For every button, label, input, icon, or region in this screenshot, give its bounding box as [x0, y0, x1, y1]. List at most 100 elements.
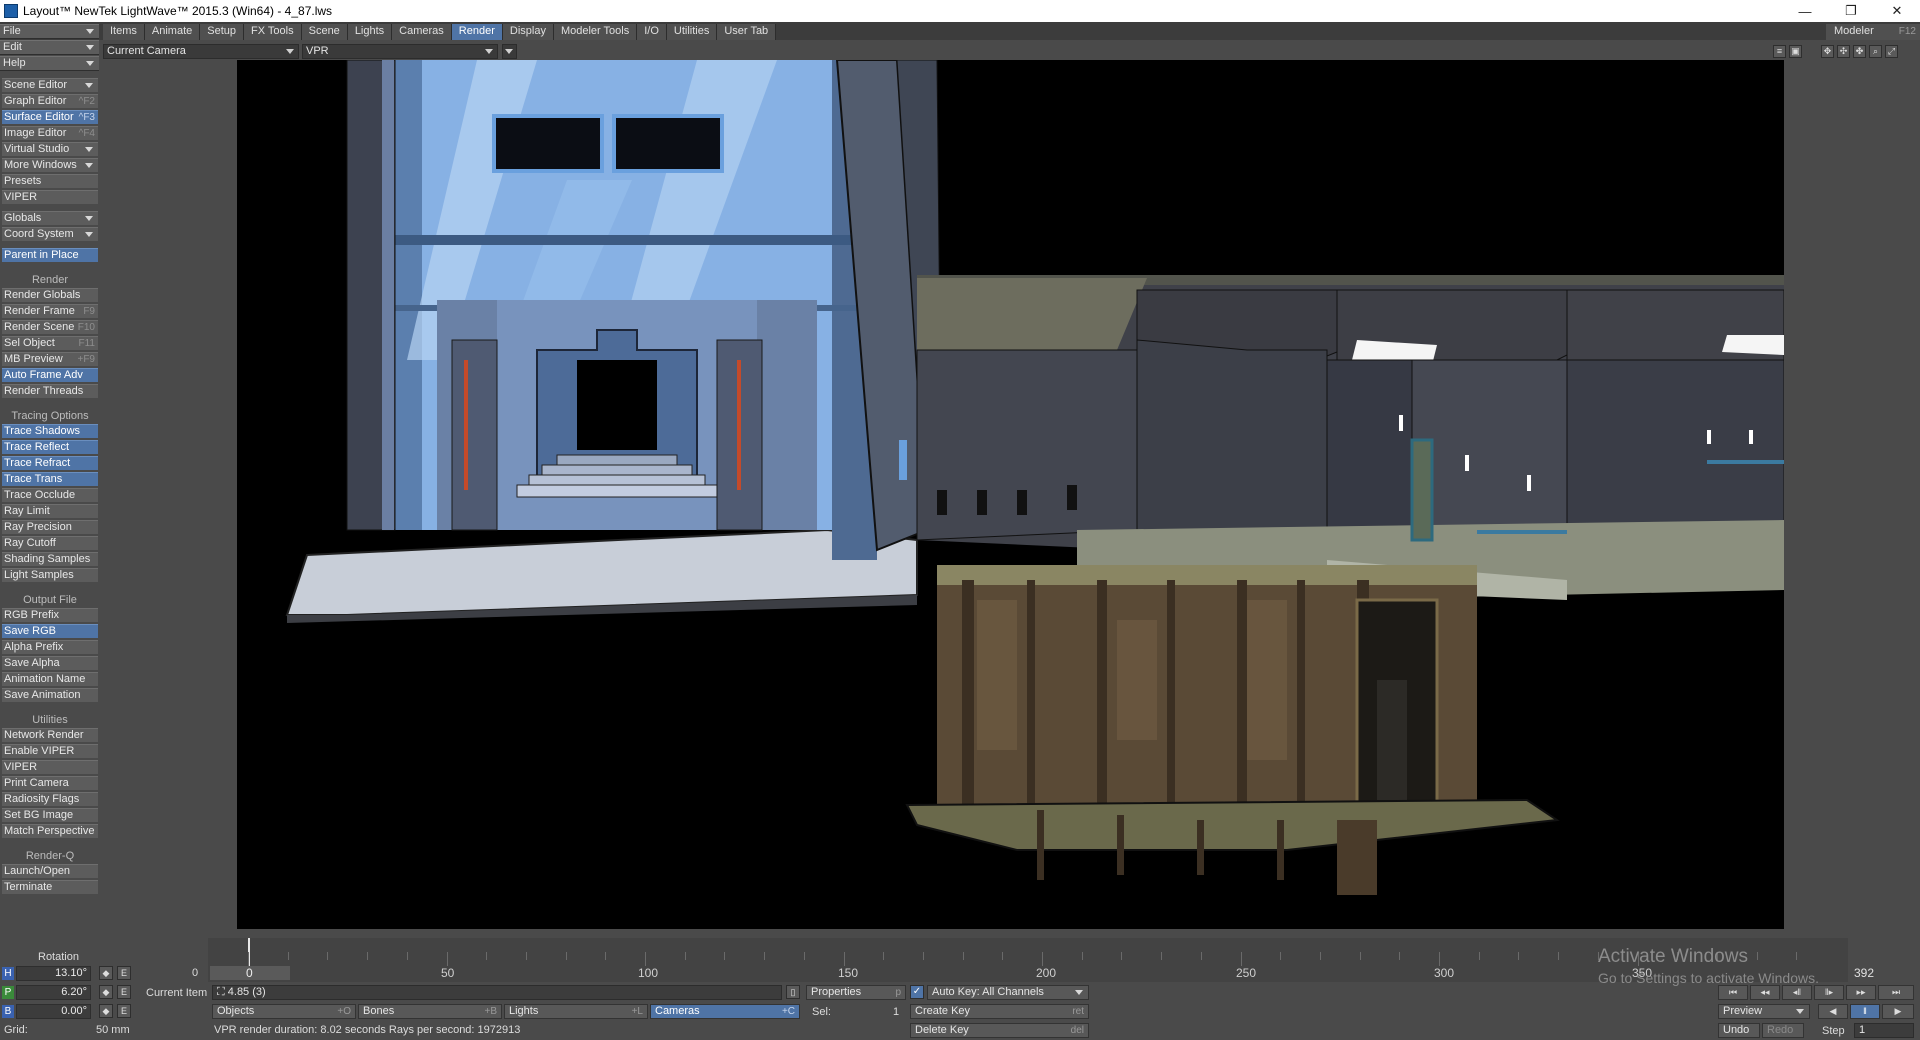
- auto-key-select[interactable]: Auto Key: All Channels: [927, 985, 1089, 1000]
- bones-button[interactable]: Bones +B: [358, 1004, 502, 1019]
- presets-button[interactable]: Presets: [2, 174, 98, 188]
- auto-key-checkbox[interactable]: ✓: [910, 985, 924, 999]
- rotate-view-alt-icon[interactable]: ✤: [1853, 45, 1866, 58]
- trace-trans-toggle[interactable]: Trace Trans: [2, 472, 98, 486]
- viper-utility-button[interactable]: VIPER: [2, 760, 98, 774]
- tab-utilities[interactable]: Utilities: [666, 24, 718, 40]
- set-bg-image-button[interactable]: Set BG Image: [2, 808, 98, 822]
- render-threads-button[interactable]: Render Threads: [2, 384, 98, 398]
- rgb-prefix-button[interactable]: RGB Prefix: [2, 608, 98, 622]
- objects-button[interactable]: Objects +O: [212, 1004, 356, 1019]
- tab-fx-tools[interactable]: FX Tools: [244, 24, 302, 40]
- redo-button[interactable]: Redo: [1762, 1023, 1804, 1038]
- edit-menu[interactable]: Edit: [0, 40, 99, 55]
- play-reverse-button[interactable]: ◀: [1818, 1004, 1848, 1019]
- more-windows-button[interactable]: More Windows: [2, 158, 98, 172]
- keyframe-toggle-icon[interactable]: ◆: [99, 1004, 113, 1018]
- parent-in-place-toggle[interactable]: Parent in Place: [2, 248, 98, 262]
- camera-select[interactable]: Current Camera: [103, 44, 299, 59]
- tab-scene[interactable]: Scene: [301, 24, 348, 40]
- envelope-icon[interactable]: E: [117, 1004, 131, 1018]
- render-frame-button[interactable]: Render Frame F9: [2, 304, 98, 318]
- graph-editor-button[interactable]: Graph Editor ^F2: [2, 94, 98, 108]
- viper-button[interactable]: VIPER: [2, 190, 98, 204]
- tab-io[interactable]: I/O: [637, 24, 667, 40]
- tab-user-tab[interactable]: User Tab: [717, 24, 777, 40]
- render-scene-button[interactable]: Render Scene F10: [2, 320, 98, 334]
- zoom-icon[interactable]: ⌕: [1869, 45, 1882, 58]
- file-menu[interactable]: File: [0, 24, 99, 39]
- play-button[interactable]: ▶: [1882, 1004, 1914, 1019]
- save-animation-toggle[interactable]: Save Animation: [2, 688, 98, 702]
- start-frame[interactable]: 0: [192, 967, 198, 979]
- cameras-button[interactable]: Cameras +C: [650, 1004, 800, 1019]
- move-view-icon[interactable]: ✥: [1821, 45, 1834, 58]
- keyframe-toggle-icon[interactable]: ◆: [99, 985, 113, 999]
- list-icon[interactable]: ≡: [1773, 45, 1786, 58]
- tab-display[interactable]: Display: [502, 24, 554, 40]
- undo-button[interactable]: Undo: [1718, 1023, 1760, 1038]
- trace-shadows-toggle[interactable]: Trace Shadows: [2, 424, 98, 438]
- properties-button[interactable]: Properties p: [806, 985, 906, 1000]
- save-icon[interactable]: ▣: [1789, 45, 1802, 58]
- tab-cameras[interactable]: Cameras: [392, 24, 452, 40]
- first-frame-button[interactable]: ⏮: [1718, 985, 1748, 1000]
- end-frame[interactable]: 392: [1854, 966, 1914, 980]
- match-perspective-button[interactable]: Match Perspective: [2, 824, 98, 838]
- tab-animate[interactable]: Animate: [144, 24, 201, 40]
- save-alpha-toggle[interactable]: Save Alpha: [2, 656, 98, 670]
- tab-render[interactable]: Render: [451, 24, 503, 40]
- render-globals-button[interactable]: Render Globals: [2, 288, 98, 302]
- globals-button[interactable]: Globals: [2, 211, 98, 225]
- current-item-select[interactable]: ⛶ 4.85 (3): [212, 985, 782, 1000]
- step-field[interactable]: 1: [1854, 1023, 1914, 1038]
- virtual-studio-button[interactable]: Virtual Studio: [2, 142, 98, 156]
- render-mode-select[interactable]: VPR: [302, 44, 498, 59]
- last-frame-button[interactable]: ⏭: [1878, 985, 1914, 1000]
- viewport-options-dropdown[interactable]: [502, 44, 517, 59]
- pause-button[interactable]: ‖: [1850, 1004, 1880, 1019]
- envelope-icon[interactable]: E: [117, 985, 131, 999]
- network-render-button[interactable]: Network Render: [2, 728, 98, 742]
- ray-precision-button[interactable]: Ray Precision: [2, 520, 98, 534]
- next-key-button[interactable]: ▸▸: [1846, 985, 1876, 1000]
- light-samples-button[interactable]: Light Samples: [2, 568, 98, 582]
- tab-setup[interactable]: Setup: [200, 24, 245, 40]
- maximize-view-icon[interactable]: ⤢: [1885, 45, 1898, 58]
- delete-key-button[interactable]: Delete Key del: [910, 1023, 1089, 1038]
- envelope-icon[interactable]: E: [117, 966, 131, 980]
- lights-button[interactable]: Lights +L: [504, 1004, 648, 1019]
- create-key-button[interactable]: Create Key ret: [910, 1004, 1089, 1019]
- tab-items[interactable]: Items: [103, 24, 145, 40]
- step-forward-button[interactable]: ‖▸: [1814, 985, 1844, 1000]
- minimize-button[interactable]: —: [1782, 0, 1828, 22]
- terminate-button[interactable]: Terminate: [2, 880, 98, 894]
- mb-preview-button[interactable]: MB Preview +F9: [2, 352, 98, 366]
- trace-reflect-toggle[interactable]: Trace Reflect: [2, 440, 98, 454]
- shading-samples-button[interactable]: Shading Samples: [2, 552, 98, 566]
- previous-key-button[interactable]: ◂◂: [1750, 985, 1780, 1000]
- trace-occlude-toggle[interactable]: Trace Occlude: [2, 488, 98, 502]
- tab-lights[interactable]: Lights: [347, 24, 393, 40]
- keyframe-toggle-icon[interactable]: ◆: [99, 966, 113, 980]
- trace-refract-toggle[interactable]: Trace Refract: [2, 456, 98, 470]
- tab-modeler-tools[interactable]: Modeler Tools: [553, 24, 638, 40]
- enable-viper-button[interactable]: Enable VIPER: [2, 744, 98, 758]
- save-rgb-toggle[interactable]: Save RGB: [2, 624, 98, 638]
- radiosity-flags-button[interactable]: Radiosity Flags: [2, 792, 98, 806]
- pitch-value-field[interactable]: 6.20°: [16, 985, 91, 1000]
- ray-limit-button[interactable]: Ray Limit: [2, 504, 98, 518]
- animation-name-button[interactable]: Animation Name: [2, 672, 98, 686]
- heading-value-field[interactable]: 13.10°: [16, 966, 91, 981]
- item-picker-icon[interactable]: ▯: [786, 985, 800, 999]
- step-back-button[interactable]: ◂‖: [1782, 985, 1812, 1000]
- modeler-button[interactable]: Modeler F12: [1826, 24, 1920, 40]
- ray-cutoff-button[interactable]: Ray Cutoff: [2, 536, 98, 550]
- close-button[interactable]: ✕: [1874, 0, 1920, 22]
- render-viewport[interactable]: [237, 60, 1784, 929]
- alpha-prefix-button[interactable]: Alpha Prefix: [2, 640, 98, 654]
- preview-select[interactable]: Preview: [1718, 1004, 1810, 1019]
- sel-object-button[interactable]: Sel Object F11: [2, 336, 98, 350]
- coord-system-button[interactable]: Coord System: [2, 227, 98, 241]
- image-editor-button[interactable]: Image Editor ^F4: [2, 126, 98, 140]
